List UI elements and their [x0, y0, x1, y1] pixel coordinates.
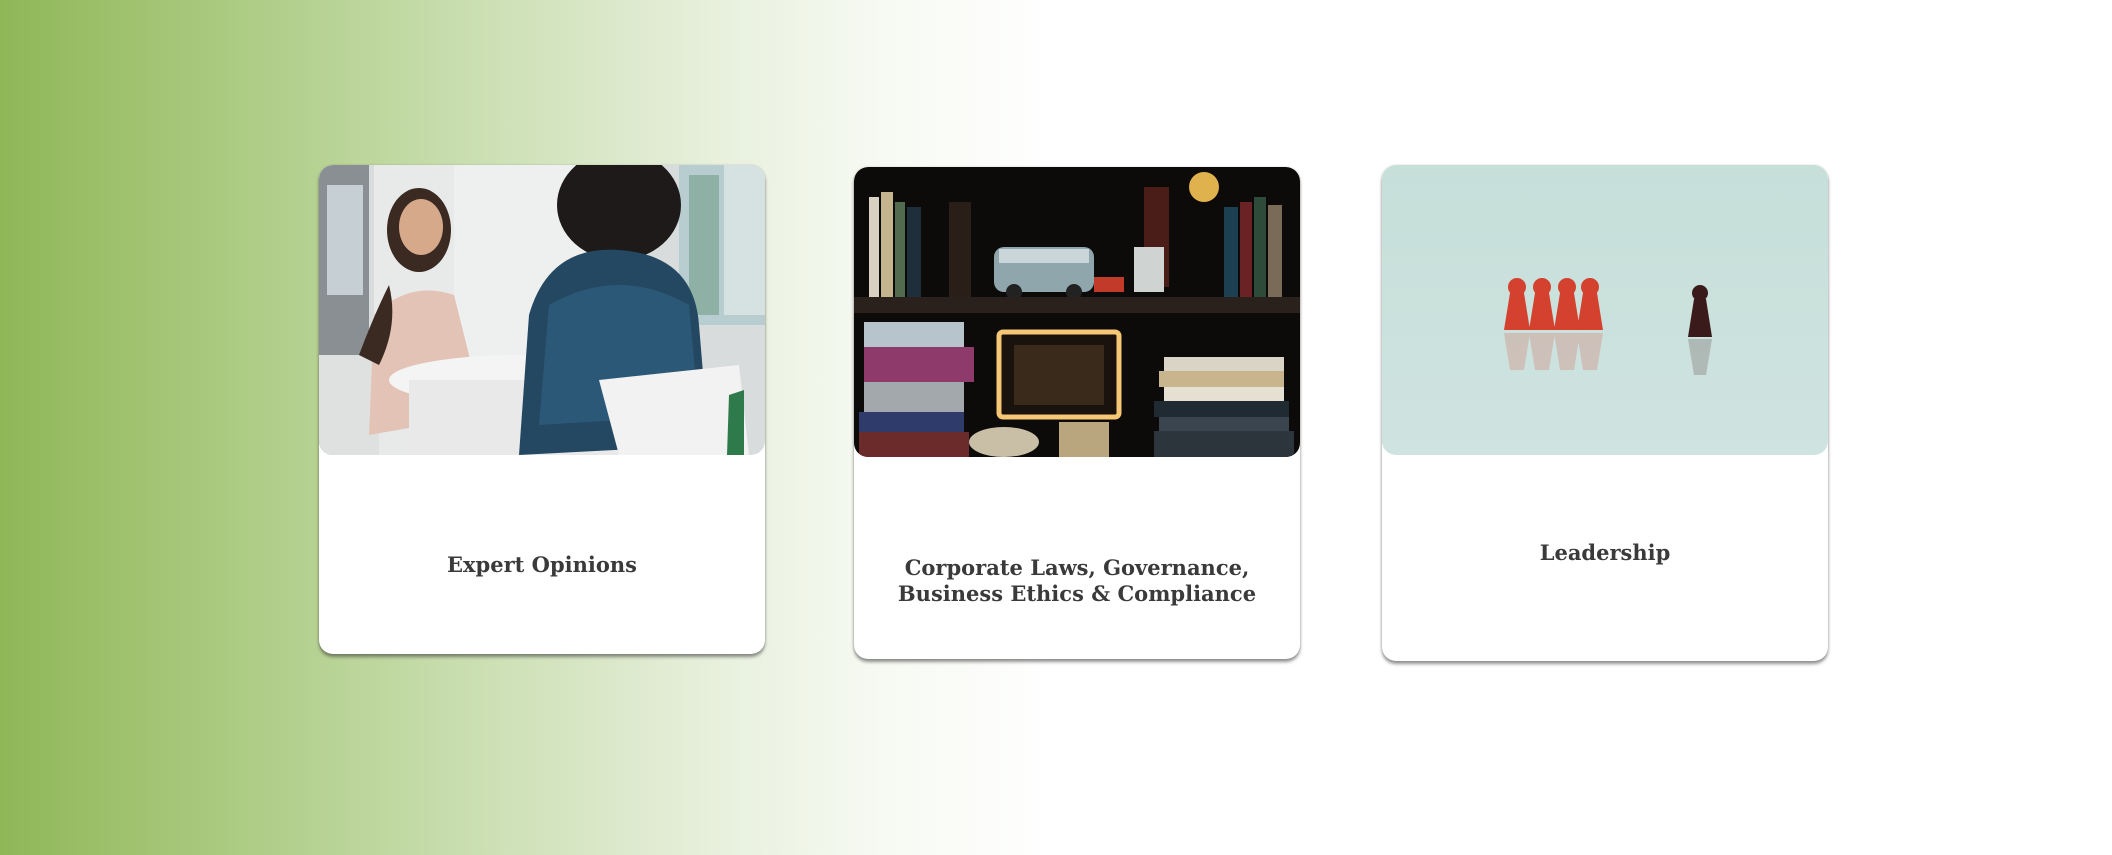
card-corporate-laws[interactable]: Corporate Laws, Governance, Business Eth…	[854, 167, 1300, 659]
card-leadership[interactable]: Leadership	[1382, 165, 1828, 661]
pawns-photo	[1382, 165, 1828, 455]
bookshelf-photo	[854, 167, 1300, 457]
card-title: Corporate Laws, Governance, Business Eth…	[897, 555, 1257, 606]
card-expert-opinions[interactable]: Expert Opinions	[319, 165, 765, 654]
card-title: Leadership	[1539, 540, 1671, 565]
interview-photo	[319, 165, 765, 455]
card-title: Expert Opinions	[447, 552, 637, 577]
